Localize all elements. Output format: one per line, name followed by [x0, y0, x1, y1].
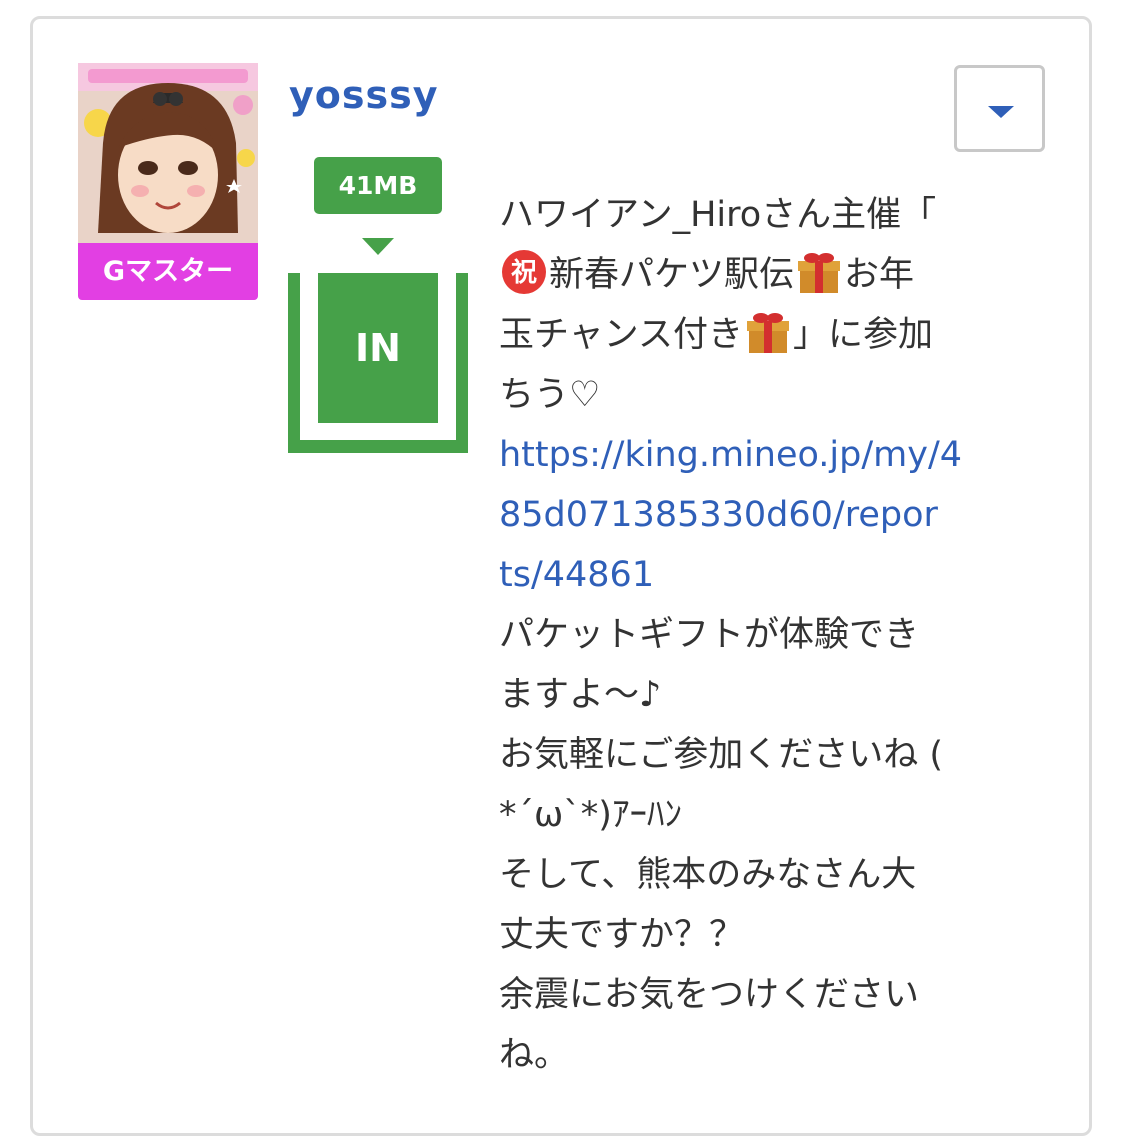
post-line: お気軽にご参加くださいね ( — [499, 735, 944, 775]
post-text: 新春パケツ駅伝 — [549, 255, 795, 295]
post-line: *´ω`*)ｱｰﾊﾝ — [499, 795, 682, 835]
post-line: ちう♡ — [499, 375, 601, 415]
post-line: ね。 — [499, 1035, 570, 1075]
gift-emoji-icon — [798, 253, 841, 293]
svg-text:祝: 祝 — [511, 258, 537, 288]
post-line: パケットギフトが体験でき — [499, 615, 920, 655]
post-line: ますよ〜♪ — [499, 675, 662, 715]
post-line: 余震にお気をつけください — [499, 975, 920, 1015]
avatar-image — [78, 63, 258, 243]
packet-gauge: IN — [288, 273, 468, 453]
post-line: そして、熊本のみなさん大 — [499, 855, 917, 895]
post-line: ハワイアン_Hiroさん主催「 — [499, 195, 937, 235]
post-menu-button[interactable] — [954, 65, 1045, 152]
post-text: お年 — [844, 255, 915, 295]
gauge-floor — [288, 440, 468, 453]
packet-amount-badge: 41MB — [314, 157, 442, 214]
post-body: ハワイアン_Hiroさん主催「 祝 新春パケツ駅伝 お年 玉チャンス付き 」に参… — [499, 185, 1019, 1085]
gauge-right-wall — [456, 273, 468, 453]
congratulation-emoji-icon: 祝 — [502, 250, 546, 294]
post-text: 玉チャンス付き — [499, 315, 743, 355]
gauge-fill-in: IN — [318, 273, 438, 423]
report-link[interactable]: https://king.mineo.jp/my/4 — [499, 425, 1019, 485]
gift-emoji-icon — [746, 313, 789, 353]
amount-pointer-icon — [362, 238, 394, 255]
post-line: 祝 新春パケツ駅伝 お年 — [499, 245, 1019, 305]
report-link[interactable]: ts/44861 — [499, 545, 1019, 605]
report-link[interactable]: 85d071385330d60/repor — [499, 485, 1019, 545]
gauge-left-wall — [288, 273, 300, 453]
username-link[interactable]: yosssy — [289, 70, 439, 120]
post-text: 」に参加 — [792, 315, 933, 355]
avatar[interactable] — [78, 63, 258, 243]
rank-badge: Gマスター — [78, 243, 258, 300]
post-line: 玉チャンス付き 」に参加 — [499, 305, 1019, 365]
post-line: 丈夫ですか？？ — [499, 915, 745, 955]
chevron-down-icon — [988, 106, 1014, 118]
